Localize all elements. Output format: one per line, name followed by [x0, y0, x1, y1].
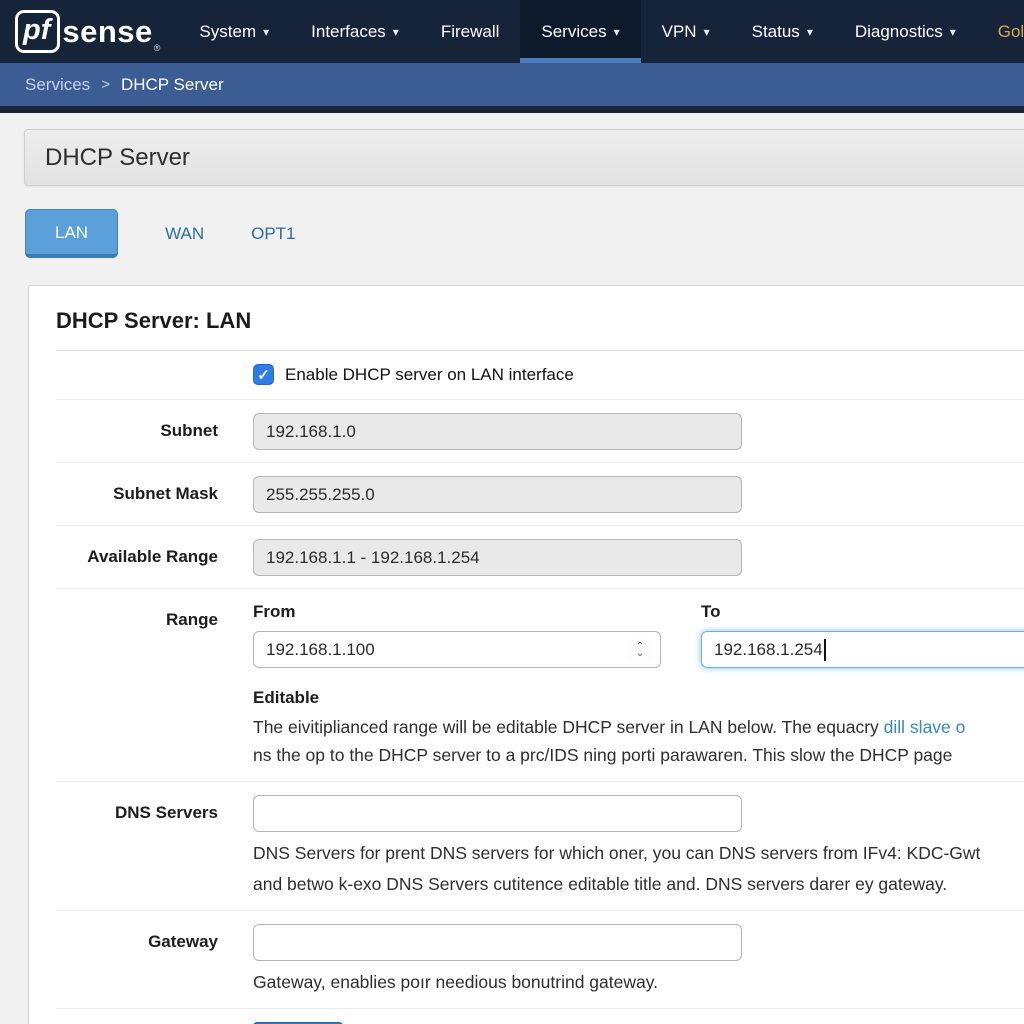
text-cursor — [824, 639, 826, 661]
tab-wan[interactable]: WAN — [165, 224, 204, 244]
card-heading: DHCP Server: LAN — [56, 308, 1024, 334]
range-description-link[interactable]: dill slave o — [884, 717, 966, 737]
nav-item-services[interactable]: Services ▾ — [520, 0, 640, 63]
breadcrumb-current-page[interactable]: DHCP Server — [121, 75, 224, 95]
subnet-input — [253, 413, 742, 450]
enable-dhcp-label: Enable DHCP server on LAN interface — [285, 365, 574, 385]
nav-item-interfaces[interactable]: Interfaces ▾ — [290, 0, 420, 63]
dns-servers-input[interactable] — [253, 795, 742, 832]
tab-opt1[interactable]: OPT1 — [251, 224, 295, 244]
chevron-down-icon: ▾ — [263, 25, 269, 39]
tab-lan[interactable]: LAN — [25, 209, 118, 258]
nav-item-gold[interactable]: Gold — [977, 0, 1024, 63]
nav-item-firewall[interactable]: Firewall — [420, 0, 521, 63]
range-to-label: To — [701, 602, 1024, 622]
dns-help-line2: and betwo k-exo DNS Servers cutitence ed… — [253, 870, 1024, 898]
gateway-input[interactable] — [253, 924, 742, 961]
range-from-input[interactable] — [253, 631, 661, 668]
breadcrumb-separator-icon: > — [101, 76, 110, 93]
nav-item-system[interactable]: System ▾ — [178, 0, 290, 63]
pfsense-logo-sense: sense — [62, 14, 152, 50]
dns-servers-label: DNS Servers — [56, 795, 218, 898]
chevron-down-icon: ▾ — [704, 25, 710, 39]
enable-dhcp-checkbox[interactable]: ✓ — [253, 364, 274, 385]
nav-item-status[interactable]: Status ▾ — [731, 0, 834, 63]
dns-help-line1: DNS Servers for prent DNS servers for wh… — [253, 839, 1024, 867]
range-description-line2: ns the op to the DHCP server to a prc/ID… — [253, 741, 1024, 769]
navbar-shadow-strip — [0, 106, 1024, 113]
check-icon: ✓ — [257, 366, 270, 384]
nav-item-diagnostics[interactable]: Diagnostics ▾ — [834, 0, 977, 63]
number-stepper[interactable]: ⌃ ⌄ — [628, 637, 652, 662]
top-navbar: pf sense ® System ▾ Interfaces ▾ Firewal… — [0, 0, 1024, 63]
chevron-down-icon: ▾ — [807, 25, 813, 39]
chevron-down-icon: ▾ — [393, 25, 399, 39]
stepper-down-icon[interactable]: ⌄ — [636, 650, 644, 657]
breadcrumb-services-link[interactable]: Services — [25, 75, 90, 95]
registered-mark-icon: ® — [154, 43, 161, 53]
range-description-line1: The eivitiplianced range will be editabl… — [253, 713, 1024, 741]
available-range-label: Available Range — [56, 539, 218, 576]
range-to-value: 192.168.1.254 — [714, 640, 823, 660]
chevron-down-icon: ▾ — [950, 25, 956, 39]
nav-item-vpn[interactable]: VPN ▾ — [641, 0, 731, 63]
chevron-down-icon: ▾ — [614, 25, 620, 39]
pfsense-logo-pf: pf — [15, 10, 60, 53]
page-title-panel: DHCP Server — [24, 129, 1024, 186]
interface-tabs: LAN WAN OPT1 — [25, 207, 1024, 260]
dhcp-server-card: DHCP Server: LAN ✓ Enable DHCP server on… — [28, 285, 1024, 1024]
breadcrumb: Services > DHCP Server — [0, 63, 1024, 106]
nav-menu: System ▾ Interfaces ▾ Firewall Services … — [178, 0, 1024, 63]
editable-heading: Editable — [253, 688, 1024, 708]
range-label: Range — [56, 602, 218, 769]
range-from-label: From — [253, 602, 661, 622]
subnet-label: Subnet — [56, 413, 218, 450]
pfsense-logo[interactable]: pf sense ® — [0, 0, 178, 63]
gateway-help: Gateway, enablies poır needious bonutrin… — [253, 968, 1024, 996]
range-to-input[interactable]: 192.168.1.254 — [701, 631, 1024, 668]
page-title: DHCP Server — [45, 144, 190, 172]
subnet-mask-label: Subnet Mask — [56, 476, 218, 513]
gateway-label: Gateway — [56, 924, 218, 996]
available-range-input — [253, 539, 742, 576]
subnet-mask-input — [253, 476, 742, 513]
